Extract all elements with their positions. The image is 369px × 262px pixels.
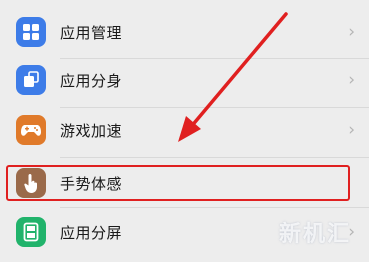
settings-item-app-clone[interactable]: 应用分身 › bbox=[0, 58, 369, 102]
split-screen-icon bbox=[16, 217, 46, 247]
settings-item-app-management[interactable]: 应用管理 › bbox=[0, 10, 369, 54]
settings-item-label: 应用分身 bbox=[60, 71, 123, 90]
settings-item-label: 应用分屏 bbox=[60, 223, 123, 242]
app-management-icon bbox=[16, 17, 46, 47]
highlight-box bbox=[6, 165, 350, 201]
watermark: 新机汇 bbox=[278, 222, 351, 247]
settings-item-label: 游戏加速 bbox=[60, 121, 123, 140]
divider bbox=[60, 207, 369, 208]
gamepad-icon bbox=[16, 115, 46, 145]
chevron-right-icon: › bbox=[348, 119, 355, 140]
settings-item-label: 应用管理 bbox=[60, 23, 123, 42]
divider bbox=[60, 157, 369, 158]
chevron-right-icon: › bbox=[348, 21, 355, 42]
app-clone-icon bbox=[16, 65, 46, 95]
settings-item-game-boost[interactable]: 游戏加速 › bbox=[0, 108, 369, 152]
settings-screen: 应用管理 › 应用分身 › 游戏加速 › 手势体感 应用分屏 › 新机汇 bbox=[0, 0, 369, 262]
chevron-right-icon: › bbox=[348, 69, 355, 90]
